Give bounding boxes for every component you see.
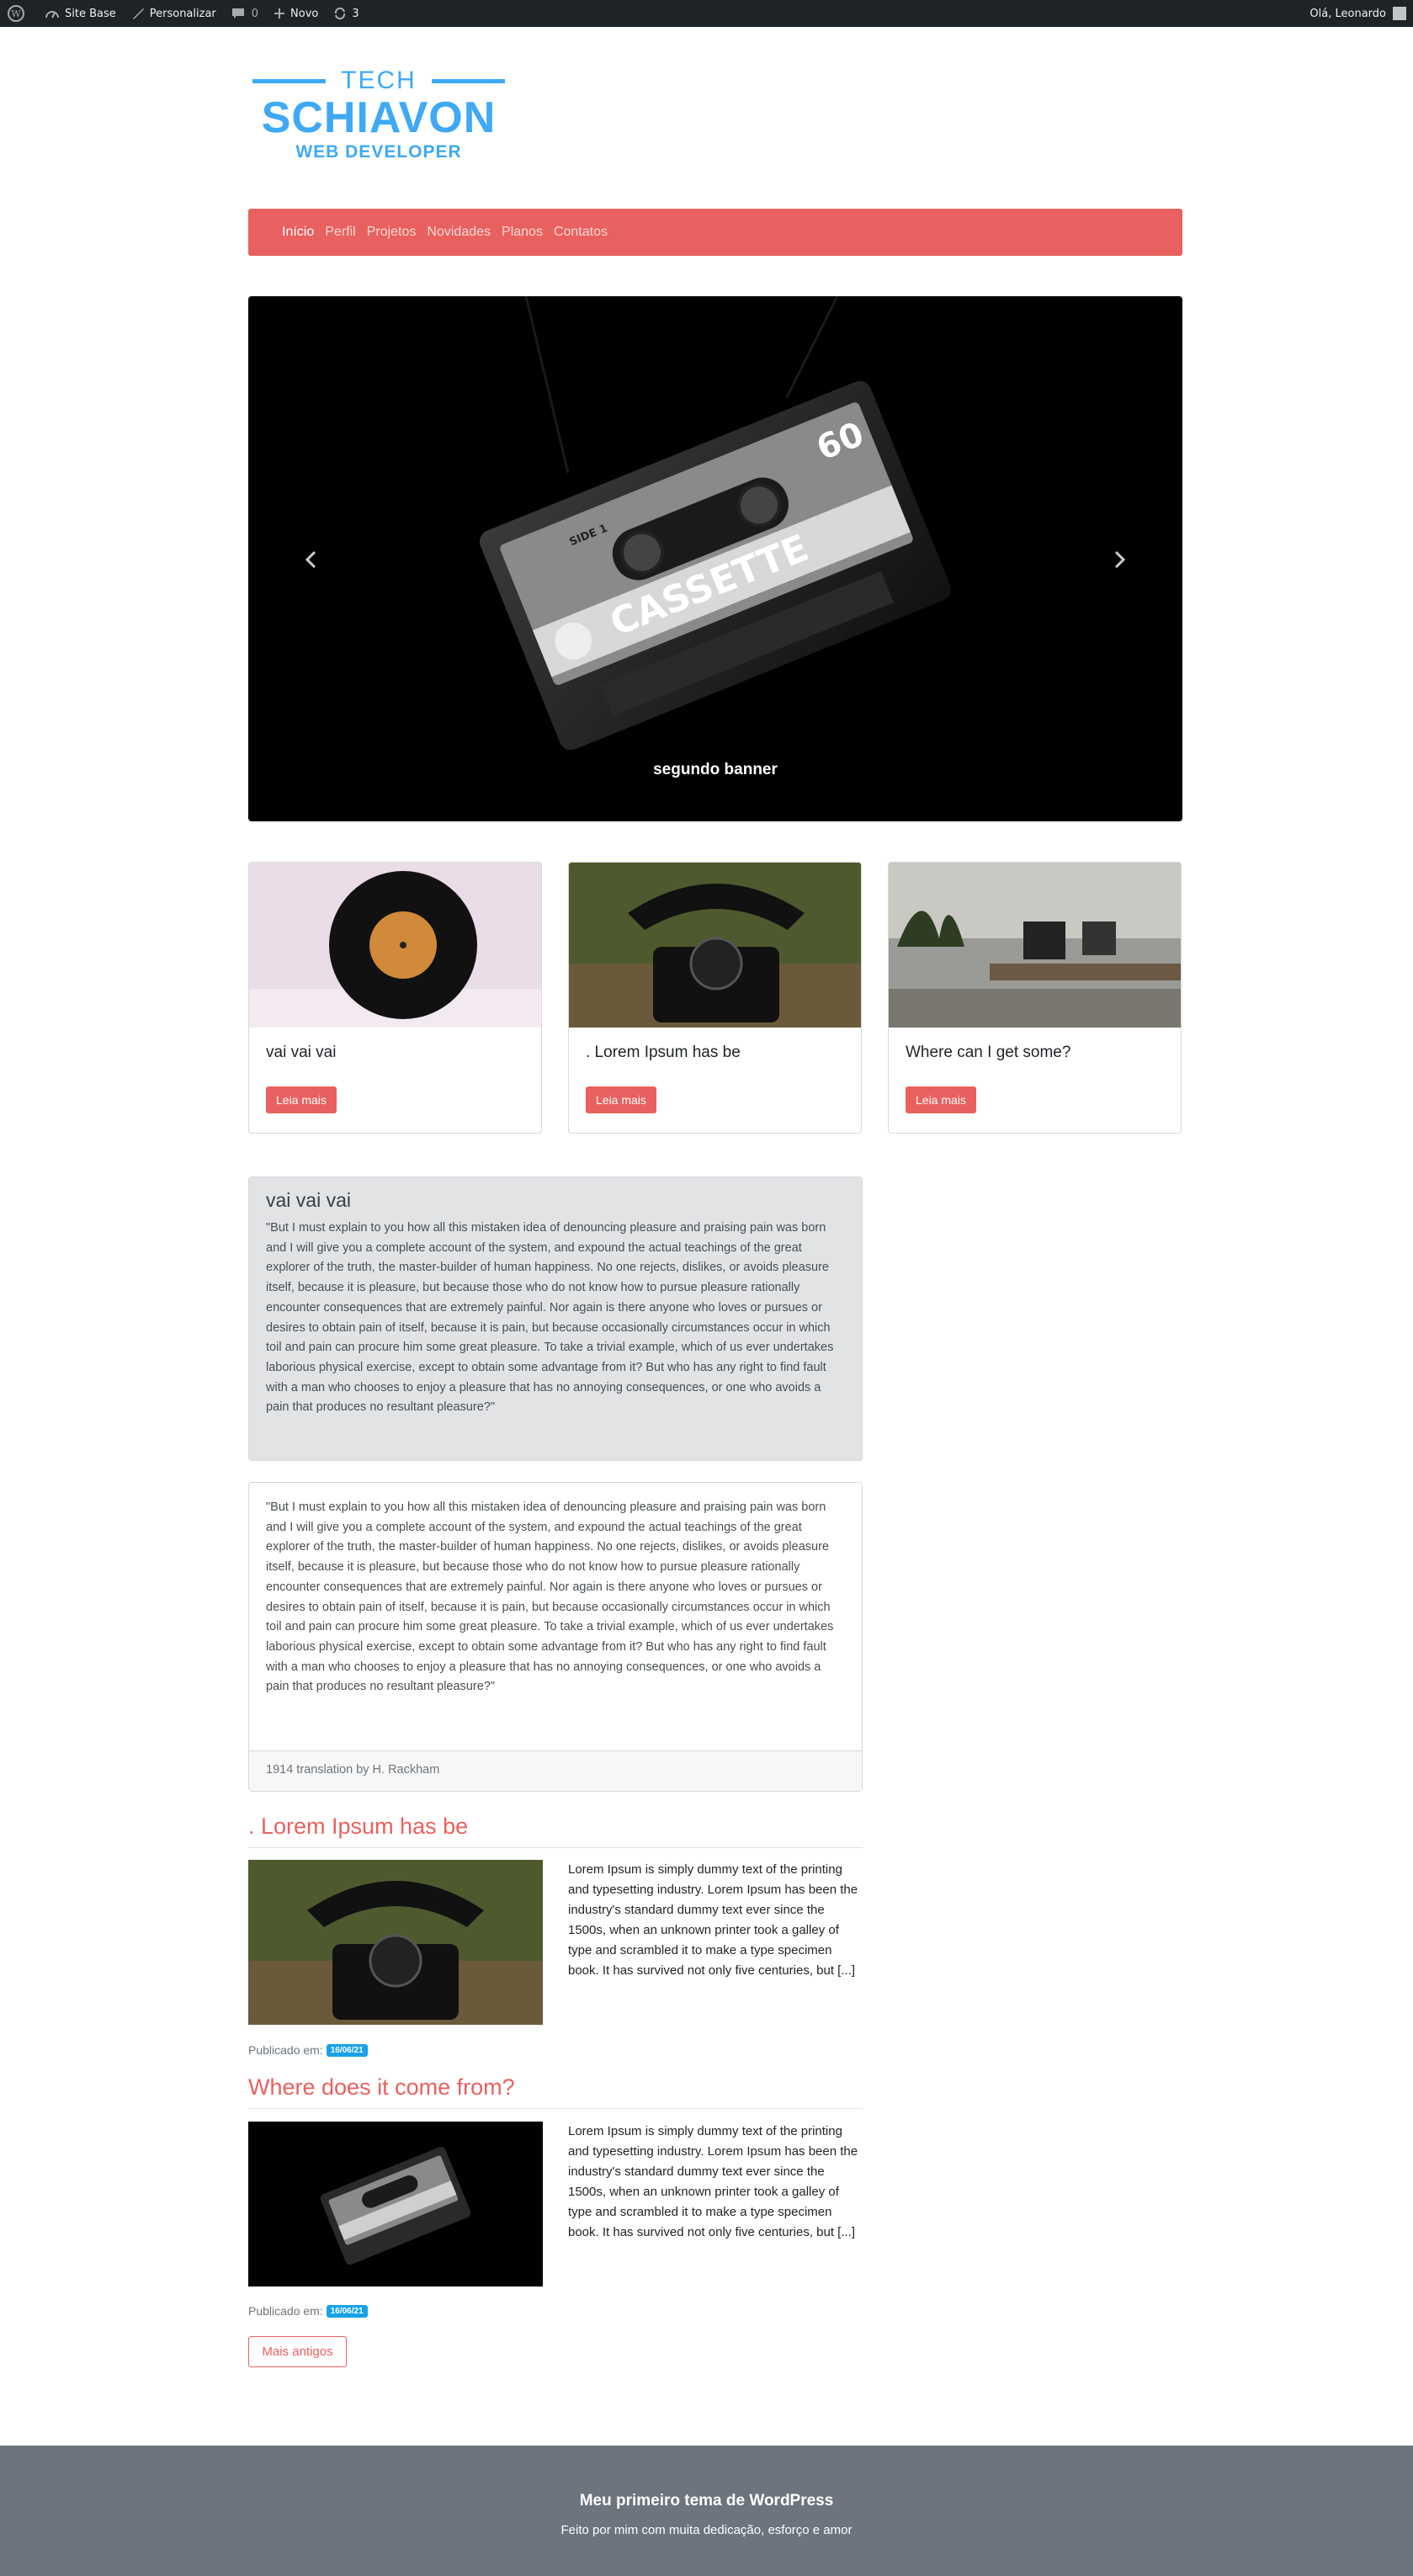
post-title-link[interactable]: . Lorem Ipsum has be [248,1814,468,1840]
older-posts-button[interactable]: Mais antigos [248,2336,347,2367]
date-badge: 16/06/21 [326,2304,368,2318]
chevron-right-icon [1114,550,1126,569]
updates-link[interactable]: 3 [326,0,366,27]
post-published-meta: Publicado em: 16/06/21 [248,2304,368,2318]
post-title-link[interactable]: Where does it come from? [248,2074,515,2101]
footer-subtitle: Feito por mim com muita dedicação, esfor… [560,2523,853,2537]
my-account[interactable]: Olá, Leonardo [1309,0,1413,27]
post-divider [248,1847,863,1848]
read-more-button[interactable]: Leia mais [586,1086,656,1113]
customize-link[interactable]: Personalizar [124,0,224,27]
logo-name: SCHIAVON [261,93,497,142]
card-image-office[interactable] [889,863,1181,1028]
updates-icon [335,7,346,20]
customize-label: Personalizar [149,7,216,20]
logo-line-right [431,78,506,83]
featured-quote-title: vai vai vai [266,1189,351,1211]
carousel-prev-button[interactable] [299,547,324,572]
nav-item-novidades[interactable]: Novidades [427,225,491,240]
published-label: Publicado em: [248,2043,323,2057]
card-image-telephone[interactable] [569,863,861,1028]
post-card: . Lorem Ipsum has be Leia mais [568,862,862,1134]
nav-item-projetos[interactable]: Projetos [367,225,417,240]
wp-admin-bar: W Site Base Personalizar 0 Novo 3 Olá, L… [0,0,1413,27]
site-footer: Meu primeiro tema de WordPress Feito por… [0,2446,1413,2576]
wordpress-logo-icon[interactable]: W [0,0,37,27]
nav-item-contatos[interactable]: Contatos [554,225,608,240]
featured-quote-box: vai vai vai "But I must explain to you h… [248,1176,863,1461]
site-logo[interactable]: TECH SCHIAVON WEB DEVELOPER [252,66,506,171]
comments-count: 0 [251,7,259,20]
greeting-label: Olá, Leonardo [1309,7,1386,20]
logo-tagline: WEB DEVELOPER [295,142,462,162]
date-badge: 16/06/21 [326,2043,368,2057]
post-card: vai vai vai Leia mais [248,862,542,1134]
logo-line-left [252,78,327,83]
blockquote-text: "But I must explain to you how all this … [266,1500,834,1694]
main-navbar: Início Perfil Projetos Novidades Planos … [248,209,1182,256]
card-title: Where can I get some? [906,1044,1071,1061]
updates-count: 3 [352,7,359,20]
post-divider [248,2108,863,2109]
site-name-link[interactable]: Site Base [37,0,124,27]
post-thumbnail-telephone[interactable] [248,1860,543,2025]
post-excerpt: Lorem Ipsum is simply dummy text of the … [568,1862,858,1978]
brush-icon [132,8,144,19]
carousel-next-button[interactable] [1107,547,1132,572]
read-more-button[interactable]: Leia mais [906,1086,976,1113]
plus-icon [274,8,285,19]
featured-quote-text: "But I must explain to you how all this … [266,1221,834,1415]
comment-icon [231,8,244,19]
footer-title: Meu primeiro tema de WordPress [579,2492,834,2510]
new-content-label: Novo [290,7,319,20]
nav-item-inicio[interactable]: Início [282,225,314,240]
chevron-left-icon [305,550,316,569]
svg-text:W: W [11,8,21,19]
blockquote-body: "But I must explain to you how all this … [249,1483,862,1750]
nav-item-planos[interactable]: Planos [502,225,543,240]
read-more-button[interactable]: Leia mais [266,1086,337,1113]
blockquote-footer: 1914 translation by H. Rackham [249,1750,862,1791]
card-title: vai vai vai [266,1044,337,1061]
new-content-link[interactable]: Novo [266,0,326,27]
card-title: . Lorem Ipsum has be [586,1044,741,1061]
site-name-label: Site Base [65,7,116,20]
logo-tech: TECH [341,66,417,94]
published-label: Publicado em: [248,2304,323,2318]
post-thumbnail-cassette[interactable] [248,2122,543,2287]
avatar [1393,7,1406,20]
card-image-vinyl[interactable] [249,863,541,1028]
blockquote-card: "But I must explain to you how all this … [248,1482,863,1792]
post-excerpt: Lorem Ipsum is simply dummy text of the … [568,2124,858,2239]
nav-item-perfil[interactable]: Perfil [325,225,355,240]
dashboard-icon [45,11,59,19]
carousel-caption: segundo banner [653,761,778,778]
banner-carousel: SIDE 1 60 CASSETTE [248,296,1182,821]
cassette-image: SIDE 1 60 CASSETTE [479,296,952,751]
post-published-meta: Publicado em: 16/06/21 [248,2043,368,2057]
logo-tech-row: TECH [252,66,506,96]
comments-link[interactable]: 0 [224,0,266,27]
post-card: Where can I get some? Leia mais [888,862,1182,1134]
